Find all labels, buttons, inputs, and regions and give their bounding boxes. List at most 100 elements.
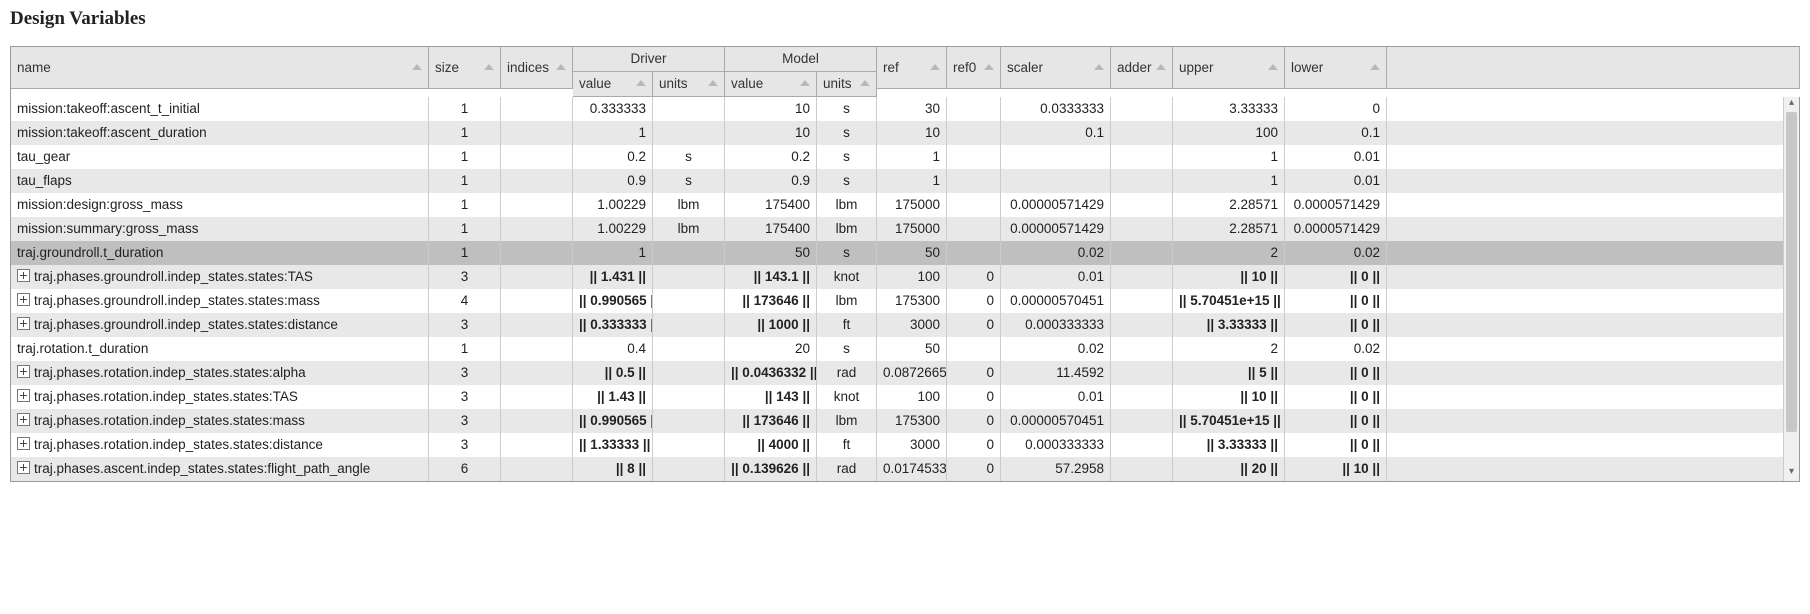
table-row[interactable]: traj.phases.rotation.indep_states.states… [11,433,1800,457]
cell-adder [1111,361,1173,385]
cell-driver-units [653,385,725,409]
cell-filler [1387,217,1800,241]
cell-size: 3 [429,385,501,409]
table-row[interactable]: traj.phases.rotation.indep_states.states… [11,385,1800,409]
cell-name: mission:design:gross_mass [11,193,429,217]
table-header-row-1: name size indices Driver value units Mod… [11,47,1800,97]
cell-upper: 2 [1173,241,1285,265]
cell-scaler [1001,145,1111,169]
col-scaler[interactable]: scaler [1001,47,1111,89]
cell-driver-value: || 1.431 || [573,265,653,289]
cell-model-value: || 0.139626 || [725,457,817,481]
expand-icon[interactable] [17,365,30,378]
cell-size: 3 [429,313,501,337]
col-model-value[interactable]: value [725,72,817,97]
expand-icon[interactable] [17,437,30,450]
table-row[interactable]: traj.phases.rotation.indep_states.states… [11,409,1800,433]
table-row[interactable]: tau_flaps10.9s0.9s110.01 [11,169,1800,193]
cell-indices [501,145,573,169]
col-model-units[interactable]: units [817,72,877,97]
scrollbar[interactable]: ▴ ▾ [1783,97,1800,481]
sort-icon [412,47,422,89]
cell-scaler: 0.1 [1001,121,1111,145]
cell-ref: 3000 [877,313,947,337]
table-row[interactable]: traj.groundroll.t_duration1150s500.0220.… [11,241,1800,265]
cell-model-units: lbm [817,289,877,313]
table-row[interactable]: mission:summary:gross_mass11.00229lbm175… [11,217,1800,241]
cell-driver-value: || 1.33333 || [573,433,653,457]
col-size[interactable]: size [429,47,501,89]
cell-driver-value: || 0.333333 || [573,313,653,337]
cell-upper: 2 [1173,337,1285,361]
cell-name: traj.phases.groundroll.indep_states.stat… [11,289,429,313]
scroll-down-icon[interactable]: ▾ [1784,466,1799,481]
table-row[interactable]: traj.phases.groundroll.indep_states.stat… [11,289,1800,313]
col-upper[interactable]: upper [1173,47,1285,89]
table-row[interactable]: mission:takeoff:ascent_duration1110s100.… [11,121,1800,145]
table-row[interactable]: traj.rotation.t_duration10.420s500.0220.… [11,337,1800,361]
cell-name: tau_flaps [11,169,429,193]
table-row[interactable]: mission:design:gross_mass11.00229lbm1754… [11,193,1800,217]
col-driver-value[interactable]: value [573,72,653,97]
cell-adder [1111,97,1173,121]
cell-driver-units [653,97,725,121]
cell-upper: || 20 || [1173,457,1285,481]
cell-upper: || 5.70451e+15 || [1173,409,1285,433]
col-indices[interactable]: indices [501,47,573,89]
cell-filler [1387,361,1800,385]
cell-ref: 100 [877,265,947,289]
expand-icon[interactable] [17,461,30,474]
cell-driver-units [653,313,725,337]
cell-ref0: 0 [947,409,1001,433]
col-lower[interactable]: lower [1285,47,1387,89]
table-row[interactable]: traj.phases.groundroll.indep_states.stat… [11,313,1800,337]
cell-adder [1111,409,1173,433]
cell-indices [501,289,573,313]
cell-driver-value: || 1.43 || [573,385,653,409]
sort-icon [800,76,810,92]
col-name-label: name [17,60,51,75]
col-ref[interactable]: ref [877,47,947,89]
expand-icon[interactable] [17,389,30,402]
col-upper-label: upper [1179,60,1214,75]
cell-indices [501,97,573,121]
cell-ref0: 0 [947,385,1001,409]
sort-icon [708,76,718,92]
col-ref0[interactable]: ref0 [947,47,1001,89]
col-adder[interactable]: adder [1111,47,1173,89]
cell-lower: || 0 || [1285,265,1387,289]
cell-indices [501,337,573,361]
cell-driver-units [653,289,725,313]
cell-filler [1387,169,1800,193]
cell-adder [1111,457,1173,481]
col-driver-units[interactable]: units [653,72,725,97]
cell-scaler: 0.00000571429 [1001,193,1111,217]
cell-scaler: 0.02 [1001,241,1111,265]
table-row[interactable]: traj.phases.groundroll.indep_states.stat… [11,265,1800,289]
cell-ref0: 0 [947,313,1001,337]
table-row[interactable]: tau_gear10.2s0.2s110.01 [11,145,1800,169]
expand-icon[interactable] [17,269,30,282]
table-row[interactable]: traj.phases.ascent.indep_states.states:f… [11,457,1800,481]
scroll-up-icon[interactable]: ▴ [1784,97,1799,112]
expand-icon[interactable] [17,413,30,426]
table-body: mission:takeoff:ascent_t_initial10.33333… [11,97,1800,481]
cell-driver-value: 1.00229 [573,193,653,217]
cell-name: traj.rotation.t_duration [11,337,429,361]
cell-driver-units [653,265,725,289]
table-row[interactable]: mission:takeoff:ascent_t_initial10.33333… [11,97,1800,121]
cell-ref0 [947,241,1001,265]
cell-ref: 175000 [877,193,947,217]
col-name[interactable]: name [11,47,429,89]
scroll-thumb[interactable] [1786,112,1797,432]
cell-adder [1111,433,1173,457]
expand-icon[interactable] [17,317,30,330]
sort-icon [1370,47,1380,89]
cell-scaler: 0.0333333 [1001,97,1111,121]
expand-icon[interactable] [17,293,30,306]
table-row[interactable]: traj.phases.rotation.indep_states.states… [11,361,1800,385]
cell-upper: 1 [1173,169,1285,193]
cell-lower: || 0 || [1285,433,1387,457]
cell-filler [1387,241,1800,265]
cell-size: 3 [429,265,501,289]
